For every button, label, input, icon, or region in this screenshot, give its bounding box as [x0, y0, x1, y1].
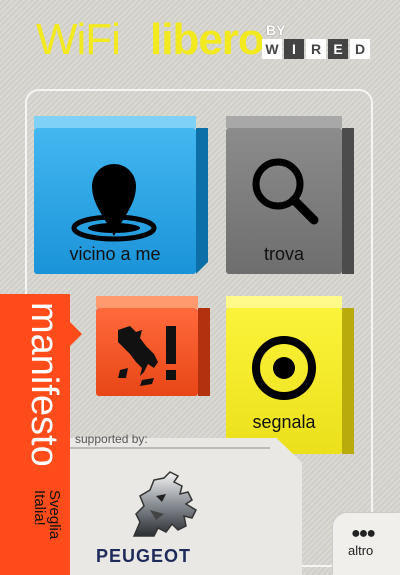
tile-side [196, 128, 208, 274]
manifesto-title: manifesto [23, 302, 65, 467]
logo-wifi-text: WiFi [36, 15, 121, 64]
near-me-label: vicino a me [69, 244, 161, 264]
tile-top [226, 116, 342, 128]
report-label: segnala [252, 412, 316, 432]
logo-wired-letter: E [328, 39, 348, 59]
supported-by-label: supported by: [75, 432, 148, 446]
tile-face: trova [226, 128, 342, 274]
target-icon [252, 336, 316, 400]
manifesto-subtitle: Sveglia Italia! [31, 490, 63, 540]
search-label: trova [263, 244, 305, 264]
logo-by-text: BY [266, 22, 286, 38]
tile-face: segnala [226, 308, 342, 454]
italy-alert-tile[interactable] [96, 296, 210, 396]
logo-wired-letter: I [284, 39, 304, 59]
tile-side [342, 128, 354, 274]
logo-libero-text: libero [150, 15, 265, 64]
more-button[interactable]: ●●● altro [333, 513, 400, 575]
tile-face: vicino a me [34, 128, 196, 274]
tile-side [342, 308, 354, 454]
location-pin-icon [71, 164, 157, 242]
tile-side [198, 308, 210, 396]
logo-wired-letter: D [350, 39, 370, 59]
logo-wired-letter: R [306, 39, 326, 59]
italy-exclamation-icon [118, 326, 176, 386]
tile-top [96, 296, 198, 308]
app-header: WiFi libero BY W I R E D [0, 0, 400, 78]
peugeot-lion-icon [132, 471, 197, 537]
manifesto-subtitle-box: Sveglia Italia! [30, 490, 70, 575]
report-tile[interactable]: segnala [226, 296, 354, 454]
logo-wired: W I R E D [262, 39, 370, 59]
more-label: altro [348, 543, 374, 558]
tile-top [34, 116, 196, 128]
peugeot-brand: PEUGEOT [96, 546, 192, 566]
search-tile[interactable]: trova [226, 116, 354, 274]
manifesto-arrow [70, 322, 82, 346]
more-dots-icon: ●●● [351, 525, 376, 542]
tile-top [226, 296, 342, 308]
sponsor-divider [70, 447, 270, 449]
tile-face [96, 308, 198, 396]
search-icon [252, 158, 319, 225]
near-me-tile[interactable]: vicino a me [34, 116, 210, 274]
logo-wired-letter: W [262, 39, 282, 59]
